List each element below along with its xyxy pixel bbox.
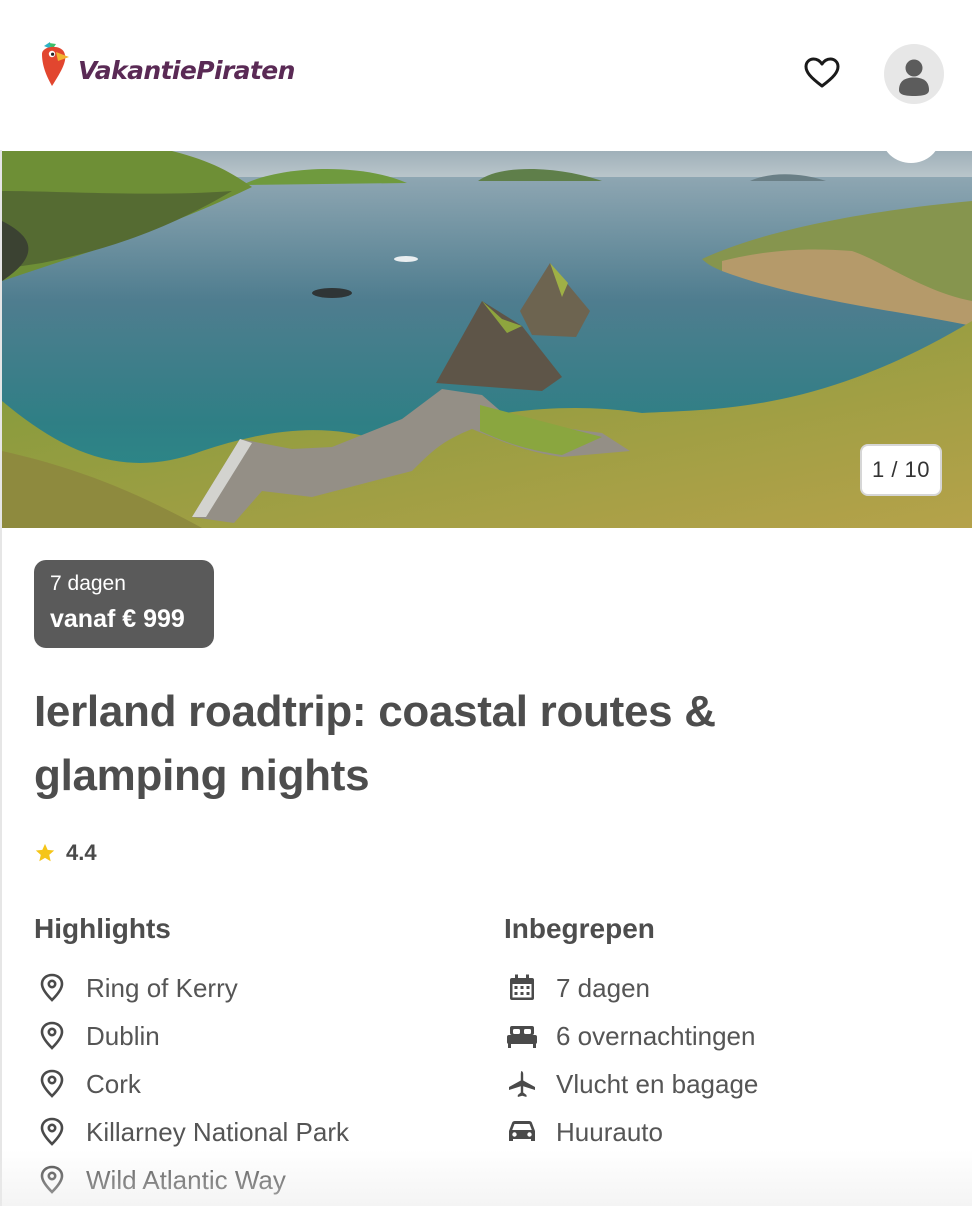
highlight-label: Dublin (86, 1020, 160, 1051)
rating-value: 4.4 (66, 840, 97, 865)
highlights-title: Highlights (34, 913, 171, 944)
highlight-label: Wild Atlantic Way (86, 1164, 286, 1195)
map-pin-icon (34, 1066, 70, 1102)
badge-duration: 7 dagen (50, 572, 126, 595)
map-pin-icon (34, 1018, 70, 1054)
trip-rating: 4.4 (34, 840, 97, 866)
highlight-item: Cork (34, 1060, 474, 1108)
highlight-item: Killarney National Park (34, 1108, 474, 1156)
airplane-icon (504, 1066, 540, 1102)
included-label: Huurauto (556, 1116, 663, 1147)
calendar-icon (504, 970, 540, 1006)
trip-title: Ierland roadtrip: coastal routes & glamp… (34, 687, 716, 800)
map-pin-icon (34, 1114, 70, 1150)
hero-photo-coastal-ireland (2, 151, 972, 528)
highlight-item: Wild Atlantic Way (34, 1156, 474, 1204)
included-item: 7 dagen (504, 964, 944, 1012)
price-badge: 7 dagen vanaf € 999 (34, 560, 214, 648)
included-item: 6 overnachtingen (504, 1012, 944, 1060)
favorite-button[interactable] (801, 52, 843, 94)
included-label: 6 overnachtingen (556, 1020, 756, 1051)
top-header: VakantiePiraten (0, 0, 972, 150)
gallery-counter: 1 / 10 (860, 444, 942, 496)
user-icon (899, 59, 929, 96)
included-label: 7 dagen (556, 972, 650, 1003)
included-item: Vlucht en bagage (504, 1060, 944, 1108)
car-icon (504, 1114, 540, 1150)
parrot-logo-icon (42, 42, 69, 86)
brand-logo[interactable]: VakantiePiraten (38, 40, 295, 90)
brand-name: VakantiePiraten (78, 55, 295, 85)
included-section: Inbegrepen 7 dagen 6 overnachtingen Vluc… (504, 908, 944, 1156)
included-label: Vlucht en bagage (556, 1068, 759, 1099)
star-icon (35, 843, 55, 862)
highlight-label: Killarney National Park (86, 1116, 350, 1147)
bed-icon (504, 1018, 540, 1054)
included-item: Huurauto (504, 1108, 944, 1156)
highlight-label: Cork (86, 1068, 141, 1099)
map-pin-icon (34, 970, 70, 1006)
highlight-item: Dublin (34, 1012, 474, 1060)
map-pin-icon (34, 1162, 70, 1198)
highlights-section: Highlights Ring of Kerry Dublin Cork Kil… (34, 908, 474, 1204)
photo-gallery[interactable]: 1 / 10 (2, 151, 972, 528)
highlight-label: Ring of Kerry (86, 972, 238, 1003)
heart-icon (804, 57, 840, 88)
highlight-item: Ring of Kerry (34, 964, 474, 1012)
account-avatar-button[interactable] (884, 44, 944, 104)
included-title: Inbegrepen (504, 913, 655, 944)
badge-price: vanaf € 999 (50, 605, 185, 633)
